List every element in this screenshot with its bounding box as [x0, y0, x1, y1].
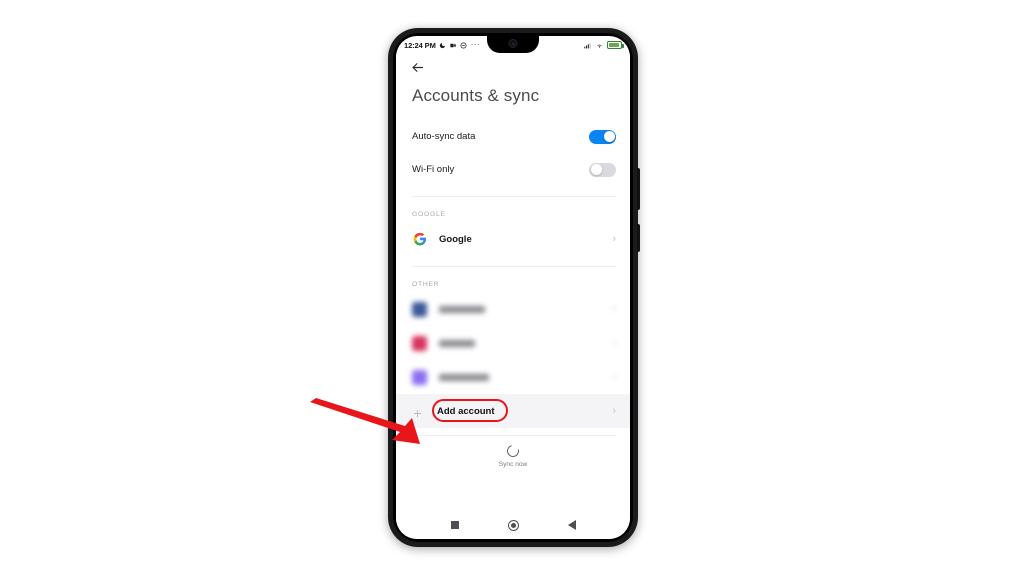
chevron-right-icon: › — [612, 404, 616, 417]
redacted-label — [439, 373, 489, 381]
redacted-label — [439, 305, 485, 313]
add-account-label: Add account — [437, 405, 495, 417]
chevron-right-icon: › — [612, 232, 616, 245]
instagram-icon — [412, 335, 427, 351]
battery-icon — [607, 41, 624, 49]
add-account-row[interactable]: Add account › — [396, 394, 630, 428]
status-bar-right — [583, 41, 624, 49]
notch — [487, 36, 539, 53]
account-label-google: Google — [439, 233, 472, 245]
account-label-messenger — [439, 373, 612, 381]
setting-row-wifi-only[interactable]: Wi-Fi only — [396, 153, 630, 186]
account-row-instagram[interactable]: › — [396, 326, 630, 360]
toggle-knob — [590, 164, 602, 175]
signal-icon — [583, 42, 592, 49]
facebook-icon-shape — [412, 301, 427, 317]
camera-lens — [511, 41, 515, 46]
moon-icon — [439, 42, 446, 49]
circle-home-icon[interactable] — [507, 519, 519, 531]
front-camera-icon — [508, 39, 518, 48]
status-overflow-dots: ··· — [470, 40, 480, 49]
instagram-icon-shape — [412, 335, 427, 351]
setting-row-auto-sync[interactable]: Auto-sync data — [396, 120, 630, 153]
redacted-label — [439, 339, 475, 347]
status-time: 12:24 PM — [404, 40, 436, 50]
section-header-other: OTHER — [412, 281, 440, 288]
section-header-google: GOOGLE — [412, 211, 446, 218]
volume-button[interactable] — [637, 168, 640, 210]
account-row-messenger[interactable]: › — [396, 360, 630, 394]
account-label-facebook — [439, 305, 612, 313]
sync-now-button[interactable]: Sync now — [396, 436, 630, 468]
back-button[interactable] — [396, 54, 630, 80]
chevron-right-icon: › — [612, 370, 616, 383]
messenger-icon — [412, 369, 427, 385]
navigation-bar — [396, 511, 630, 539]
back-arrow-icon[interactable] — [410, 60, 425, 75]
page-title: Accounts & sync — [412, 86, 540, 105]
phone-screen: 12:24 PM ··· Accounts & sync Auto-sync d… — [396, 36, 630, 539]
dnd-icon — [460, 42, 467, 49]
red-arrow-annotation — [310, 398, 420, 444]
wifi-only-toggle[interactable] — [589, 162, 616, 177]
video-camera-icon — [449, 42, 457, 49]
facebook-icon — [412, 301, 427, 317]
account-label-instagram — [439, 339, 612, 347]
auto-sync-toggle[interactable] — [589, 129, 616, 144]
phone-device: 12:24 PM ··· Accounts & sync Auto-sync d… — [388, 28, 640, 547]
square-recents-icon[interactable] — [450, 521, 459, 529]
account-row-google[interactable]: Google › — [396, 222, 630, 256]
toggle-knob — [603, 131, 615, 142]
battery-fill — [609, 43, 619, 47]
google-logo-icon — [412, 232, 427, 247]
wifi-only-label: Wi-Fi only — [412, 164, 455, 175]
accounts-sync-screen: Accounts & sync Auto-sync data Wi-Fi onl… — [396, 54, 630, 539]
power-button[interactable] — [637, 224, 640, 252]
account-row-facebook[interactable]: › — [396, 292, 630, 326]
chevron-right-icon: › — [612, 336, 616, 349]
sync-refresh-icon — [504, 442, 522, 460]
auto-sync-label: Auto-sync data — [412, 131, 476, 142]
sync-now-label: Sync now — [498, 461, 528, 468]
status-bar-left: 12:24 PM ··· — [404, 41, 480, 50]
chevron-right-icon: › — [612, 302, 616, 315]
messenger-icon-shape — [412, 369, 427, 385]
triangle-back-icon[interactable] — [567, 520, 576, 530]
wifi-icon — [595, 42, 604, 49]
